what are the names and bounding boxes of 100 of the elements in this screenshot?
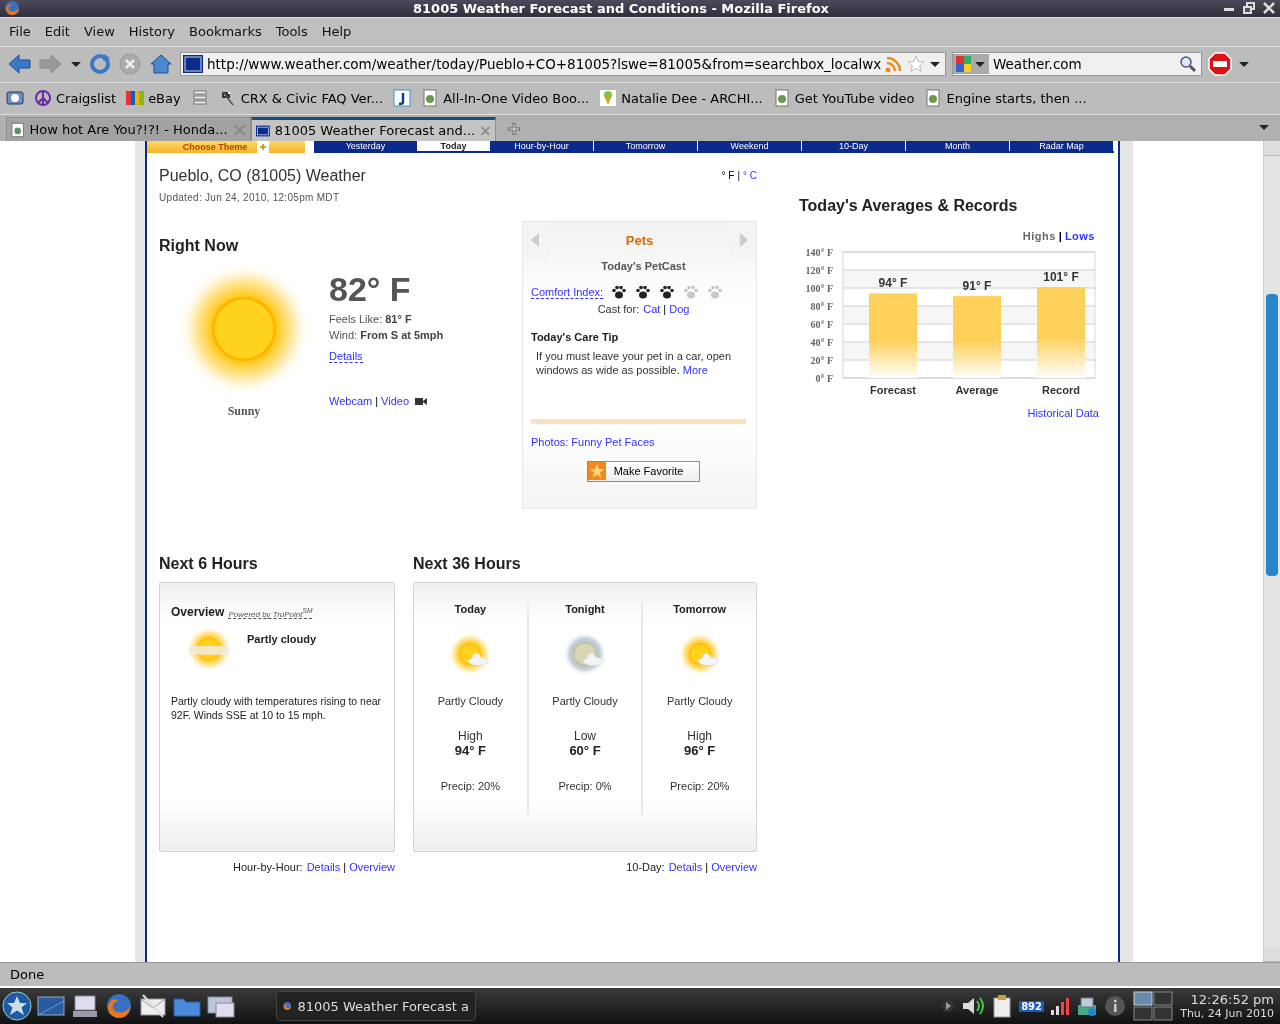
forecast-text: Partly cloudy with temperatures rising to near 92F. Winds SSE at 10 to 15 mph. <box>171 695 383 722</box>
toggle-link[interactable]: Highs <box>1022 230 1056 243</box>
new-tab-icon[interactable] <box>506 121 522 138</box>
home-button[interactable] <box>148 52 174 77</box>
back-button[interactable] <box>6 52 32 77</box>
bookmark-link[interactable]: CRX & Civic FAQ Ver... <box>240 90 384 106</box>
site-icon <box>256 123 270 138</box>
more-link[interactable]: More <box>682 363 708 376</box>
menu-item[interactable]: Help <box>314 24 359 40</box>
unit-link[interactable]: ° C <box>743 170 757 182</box>
flower-icon <box>599 89 618 108</box>
nav-tab[interactable]: Tomorrow <box>594 141 698 152</box>
favorite-button[interactable]: Make Favorite <box>586 460 701 482</box>
bookmark-link[interactable]: Engine starts, then ... <box>946 90 1087 106</box>
menu-item[interactable]: Tools <box>268 24 315 40</box>
link[interactable]: Details <box>306 861 341 874</box>
theme-button[interactable]: Choose Theme <box>147 141 305 154</box>
updated-time: Updated: Jun 24, 2010, 12:05pm MDT <box>159 192 341 204</box>
window-title: 81005 Weather Forecast and Conditions - Mozilla Firefox <box>412 0 830 16</box>
menu-item[interactable]: Edit <box>37 24 77 40</box>
temperature-label: High <box>458 729 483 744</box>
menu-item[interactable]: History <box>121 24 183 40</box>
bookmark-link[interactable]: eBay <box>148 90 181 106</box>
condition-label: Partly Cloudy <box>666 695 733 708</box>
star-icon <box>587 462 606 481</box>
browser-tab[interactable]: How hot Are You?!?! - Honda... <box>6 117 251 142</box>
address-field[interactable]: http://www.weather.com/weather/today/Pueblo+CO+81005?lswe=81005&from=searchbox_localwx <box>180 52 946 77</box>
close-button[interactable] <box>1262 1 1276 16</box>
menu-item[interactable]: View <box>76 24 122 40</box>
info-icon[interactable] <box>1104 995 1126 1018</box>
nav-tab[interactable]: Weekend <box>698 141 802 152</box>
powered-by-link[interactable]: Powered by TruPoint$^{SM}$ <box>228 606 313 620</box>
details-link[interactable]: Details <box>329 349 363 363</box>
link[interactable]: Overview <box>711 861 757 874</box>
link[interactable]: Webcam <box>329 394 373 407</box>
network-icon[interactable] <box>1076 995 1098 1018</box>
value-label: 91° F <box>962 279 992 294</box>
historical-data-link[interactable]: Historical Data <box>1027 407 1099 420</box>
scrollbar[interactable] <box>1263 141 1280 963</box>
photos-link[interactable]: Photos: Funny Pet Faces <box>531 435 756 448</box>
bookmark-link[interactable]: All-In-One Video Boo... <box>443 90 590 106</box>
plus-icon[interactable] <box>257 141 270 154</box>
peace-sign-icon <box>34 89 52 108</box>
comfort-index-link[interactable]: Comfort Index: <box>531 285 604 299</box>
separator: | <box>1058 230 1062 243</box>
feels-like-text: Feels Like: 81° F <box>329 312 413 325</box>
menu-item[interactable]: File <box>2 24 38 40</box>
signal-icon[interactable] <box>1050 996 1070 1017</box>
axis-label: 140° F <box>805 247 833 259</box>
link[interactable]: Overview <box>349 861 395 874</box>
restore-button[interactable] <box>1242 1 1256 16</box>
monitor-icon[interactable] <box>206 993 236 1020</box>
axis-label: Record <box>1042 384 1080 397</box>
axis-label: 80° F <box>810 301 833 313</box>
link[interactable]: Cat <box>643 303 661 316</box>
nav-tab[interactable]: 10-Day <box>802 141 906 152</box>
link[interactable]: Details <box>668 861 703 874</box>
start-menu-button[interactable] <box>2 991 32 1022</box>
clipboard-icon[interactable] <box>991 994 1014 1019</box>
bookmark-link[interactable]: Craigslist <box>56 90 117 106</box>
desktop-pager-icon[interactable] <box>1132 990 1174 1023</box>
cast-label: Cast for: <box>597 303 640 316</box>
browser-tab[interactable]: 81005 Weather Forecast and... <box>251 117 496 142</box>
footer-label: 10-Day: <box>626 861 665 874</box>
panel-subtitle: Today's PetCast <box>600 260 687 273</box>
link[interactable]: Dog <box>669 303 690 316</box>
separator: | <box>737 170 740 182</box>
bookmark-link[interactable]: Get YouTube video <box>794 90 915 106</box>
stack-icon[interactable] <box>190 89 209 108</box>
taskbar-button[interactable]: 81005 Weather Forecast a <box>276 991 476 1022</box>
counter-badge[interactable]: 892 <box>1019 1000 1044 1012</box>
section-heading: Next 6 Hours <box>159 555 259 574</box>
unit-link[interactable]: ° F <box>721 170 735 182</box>
nav-tab[interactable]: Radar Map <box>1010 141 1114 152</box>
condition-label: Partly Cloudy <box>437 695 504 708</box>
firefox-icon[interactable] <box>4 0 20 17</box>
nav-tab[interactable]: Today <box>418 141 490 152</box>
nav-tab[interactable]: Month <box>906 141 1010 152</box>
section-heading: Right Now <box>159 237 240 256</box>
menu-item[interactable]: Bookmarks <box>182 24 269 40</box>
page-icon <box>421 89 440 108</box>
link[interactable]: Video <box>381 394 409 407</box>
search-engine-icon[interactable] <box>953 54 989 75</box>
precipitation-text: Precip: 0% <box>558 780 612 793</box>
camera-icon[interactable] <box>6 89 24 108</box>
adblock-icon[interactable] <box>1208 52 1232 77</box>
bookmark-link[interactable]: Natalie Dee - ARCHI... <box>621 90 763 106</box>
condition-label: Partly cloudy <box>247 633 317 646</box>
axis-label: 60° F <box>810 319 833 331</box>
search-field[interactable]: Weather.com <box>952 52 1202 77</box>
letter-tile-icon[interactable] <box>393 89 412 108</box>
separator: | <box>375 394 379 407</box>
toggle-link[interactable]: Lows <box>1064 230 1095 243</box>
nav-tab[interactable]: Hour-by-Hour <box>490 141 594 152</box>
search-icon[interactable] <box>1179 55 1197 74</box>
star-icon[interactable] <box>907 55 925 74</box>
firefox-icon[interactable] <box>104 992 134 1021</box>
period-name: Today <box>454 603 487 616</box>
mail-icon[interactable] <box>138 993 168 1020</box>
temperature: 60° F <box>569 743 601 759</box>
